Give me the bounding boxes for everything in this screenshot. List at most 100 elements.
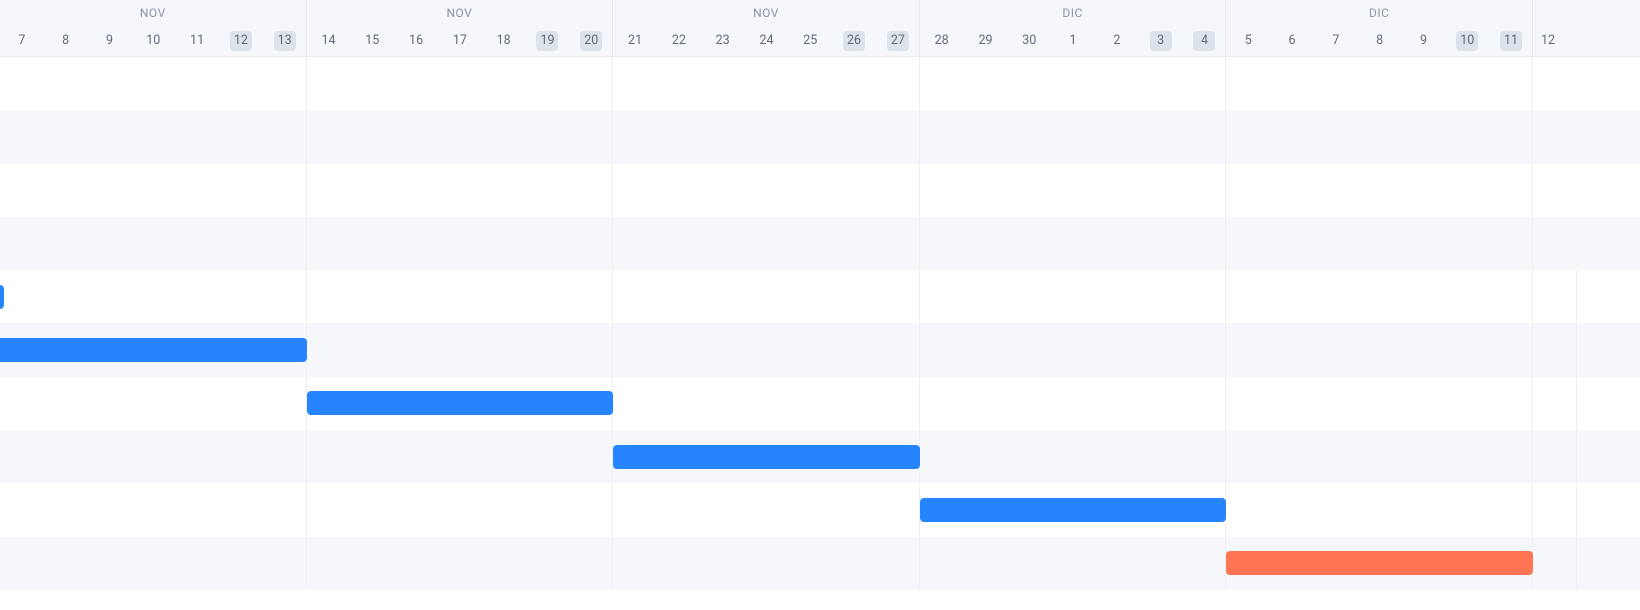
day-number: 11: [1500, 31, 1522, 51]
timeline-header: NOV78910111213NOV14151617181920NOV212223…: [0, 0, 1640, 57]
day-cell[interactable]: 9: [88, 26, 132, 56]
month-label: DIC: [1226, 0, 1532, 26]
day-number: 14: [317, 31, 339, 51]
row-week-segment: [1226, 164, 1533, 217]
day-cell[interactable]: 16: [394, 26, 438, 56]
day-cell[interactable]: 19: [526, 26, 570, 56]
gantt-row[interactable]: [0, 483, 1640, 536]
week-header: NOV21222324252627: [613, 0, 920, 56]
month-label: NOV: [0, 0, 306, 26]
gantt-row[interactable]: [0, 110, 1640, 163]
gantt-row[interactable]: [0, 217, 1640, 270]
row-week-segment: [307, 483, 614, 536]
day-cell[interactable]: 28: [920, 26, 964, 56]
gantt-row[interactable]: [0, 377, 1640, 430]
day-number: 10: [142, 31, 164, 51]
day-cell[interactable]: 27: [876, 26, 920, 56]
day-cell[interactable]: 14: [307, 26, 351, 56]
gantt-row[interactable]: [0, 323, 1640, 376]
row-week-segment: [307, 217, 614, 270]
row-week-segment: [920, 57, 1227, 110]
gantt-row[interactable]: [0, 57, 1640, 110]
day-cell[interactable]: 10: [131, 26, 175, 56]
day-cell[interactable]: 4: [1183, 26, 1227, 56]
row-week-segment: [1226, 377, 1533, 430]
row-week-segment: [307, 537, 614, 590]
row-week-segment: [1226, 483, 1533, 536]
day-cell[interactable]: 30: [1007, 26, 1051, 56]
day-cell[interactable]: 11: [175, 26, 219, 56]
row-week-segment: [1533, 483, 1577, 536]
gantt-row[interactable]: [0, 430, 1640, 483]
day-cell[interactable]: 2: [1095, 26, 1139, 56]
day-cell[interactable]: 13: [263, 26, 307, 56]
gantt-row[interactable]: [0, 164, 1640, 217]
day-number: 2: [1106, 31, 1128, 51]
gantt-bar[interactable]: [920, 498, 1227, 522]
row-week-segment: [307, 270, 614, 323]
day-cell[interactable]: 29: [964, 26, 1008, 56]
day-cell[interactable]: 18: [482, 26, 526, 56]
row-week-segment: [1533, 537, 1577, 590]
day-number: 17: [449, 31, 471, 51]
row-week-segment: [613, 537, 920, 590]
day-cell[interactable]: 5: [1226, 26, 1270, 56]
day-cell[interactable]: 20: [569, 26, 613, 56]
row-week-segment: [920, 270, 1227, 323]
day-cell[interactable]: 7: [0, 26, 44, 56]
day-cell[interactable]: 17: [438, 26, 482, 56]
day-cell[interactable]: 24: [745, 26, 789, 56]
month-label: NOV: [307, 0, 613, 26]
row-week-segment: [307, 430, 614, 483]
row-week-segment: [1226, 270, 1533, 323]
gantt-bar[interactable]: [0, 285, 4, 309]
week-header: NOV 14 1516 17 181920: [307, 0, 614, 56]
day-number: 6: [1281, 31, 1303, 51]
day-cell[interactable]: 22: [657, 26, 701, 56]
row-week-segment: [1226, 323, 1533, 376]
gantt-bar[interactable]: [307, 391, 614, 415]
gantt-chart[interactable]: NOV78910111213NOV14151617181920NOV212223…: [0, 0, 1640, 610]
day-cell[interactable]: 23: [701, 26, 745, 56]
day-cell[interactable]: 3: [1139, 26, 1183, 56]
row-week-segment: [920, 323, 1227, 376]
day-number: 11: [186, 31, 208, 51]
day-number: 22: [668, 31, 690, 51]
gantt-row[interactable]: [0, 537, 1640, 590]
row-week-segment: [1533, 57, 1577, 110]
row-week-segment: [1226, 430, 1533, 483]
week-header: DIC2829301234: [920, 0, 1227, 56]
row-week-segment: [0, 110, 307, 163]
day-cell[interactable]: 25: [788, 26, 832, 56]
day-cell[interactable]: 1: [1051, 26, 1095, 56]
row-week-segment: [613, 270, 920, 323]
gantt-row[interactable]: [0, 270, 1640, 323]
row-week-segment: [0, 483, 307, 536]
day-cell[interactable]: 15: [350, 26, 394, 56]
row-week-segment: [1533, 164, 1577, 217]
day-cell[interactable]: 9: [1402, 26, 1446, 56]
row-week-segment: [1533, 323, 1577, 376]
row-week-segment: [307, 110, 614, 163]
day-cell[interactable]: 8: [1358, 26, 1402, 56]
day-cell[interactable]: 10: [1445, 26, 1489, 56]
day-cell[interactable]: 6: [1270, 26, 1314, 56]
day-cell[interactable]: 11: [1489, 26, 1533, 56]
row-week-segment: [1226, 110, 1533, 163]
gantt-bar[interactable]: [0, 338, 307, 362]
row-week-segment: [0, 377, 307, 430]
row-week-segment: [920, 164, 1227, 217]
gantt-bar[interactable]: [613, 445, 920, 469]
day-cell[interactable]: 7: [1314, 26, 1358, 56]
day-cell[interactable]: 12: [1533, 26, 1563, 56]
day-cell[interactable]: 21: [613, 26, 657, 56]
day-cell[interactable]: 12: [219, 26, 263, 56]
row-week-segment: [0, 430, 307, 483]
day-cell[interactable]: 26: [832, 26, 876, 56]
day-number: 28: [931, 31, 953, 51]
gantt-bar[interactable]: [1226, 551, 1533, 575]
row-week-segment: [0, 537, 307, 590]
day-cell[interactable]: 8: [44, 26, 88, 56]
week-header: 12: [1533, 0, 1577, 56]
day-number: 8: [55, 31, 77, 51]
